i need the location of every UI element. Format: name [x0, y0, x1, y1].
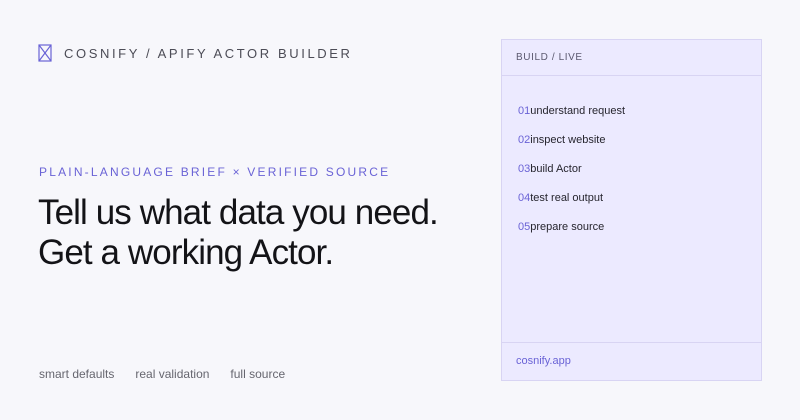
feature-list: smart defaults real validation full sour… [39, 367, 285, 381]
brand-name: COSNIFY / APIFY ACTOR BUILDER [64, 45, 353, 61]
build-step: 01 understand request [518, 96, 761, 125]
step-label: prepare source [530, 220, 605, 233]
step-label: understand request [530, 104, 626, 117]
step-number: 05 [518, 220, 531, 233]
panel-title: BUILD / LIVE [502, 40, 761, 76]
brand-header: COSNIFY / APIFY ACTOR BUILDER [38, 44, 353, 62]
build-step: 05 prepare source [518, 212, 761, 241]
build-status-panel: BUILD / LIVE 01 understand request 02 insp… [501, 39, 762, 381]
step-label: build Actor [530, 162, 582, 175]
build-step: 03 build Actor [518, 154, 761, 183]
step-number: 04 [518, 191, 531, 204]
site-link[interactable]: cosnify.app [516, 355, 571, 367]
build-step: 04 test real output [518, 183, 761, 212]
step-number: 01 [518, 104, 531, 117]
panel-footer: cosnify.app [502, 342, 761, 380]
hero-eyebrow: PLAIN-LANGUAGE BRIEF × VERIFIED SOURCE [39, 165, 391, 179]
step-label: test real output [530, 191, 604, 204]
step-label: inspect website [530, 133, 606, 146]
step-number: 02 [518, 133, 531, 146]
headline-line-2: Get a working Actor. [38, 233, 334, 272]
hourglass-x-icon [38, 44, 52, 62]
hero-headline: Tell us what data you need. Get a workin… [38, 193, 439, 273]
feature-item: smart defaults [39, 367, 115, 381]
feature-item: full source [230, 367, 286, 381]
step-number: 03 [518, 162, 531, 175]
build-steps-list: 01 understand request 02 inspect website 0… [502, 76, 761, 241]
feature-item: real validation [135, 367, 210, 381]
build-step: 02 inspect website [518, 125, 761, 154]
headline-line-1: Tell us what data you need. [38, 193, 439, 232]
